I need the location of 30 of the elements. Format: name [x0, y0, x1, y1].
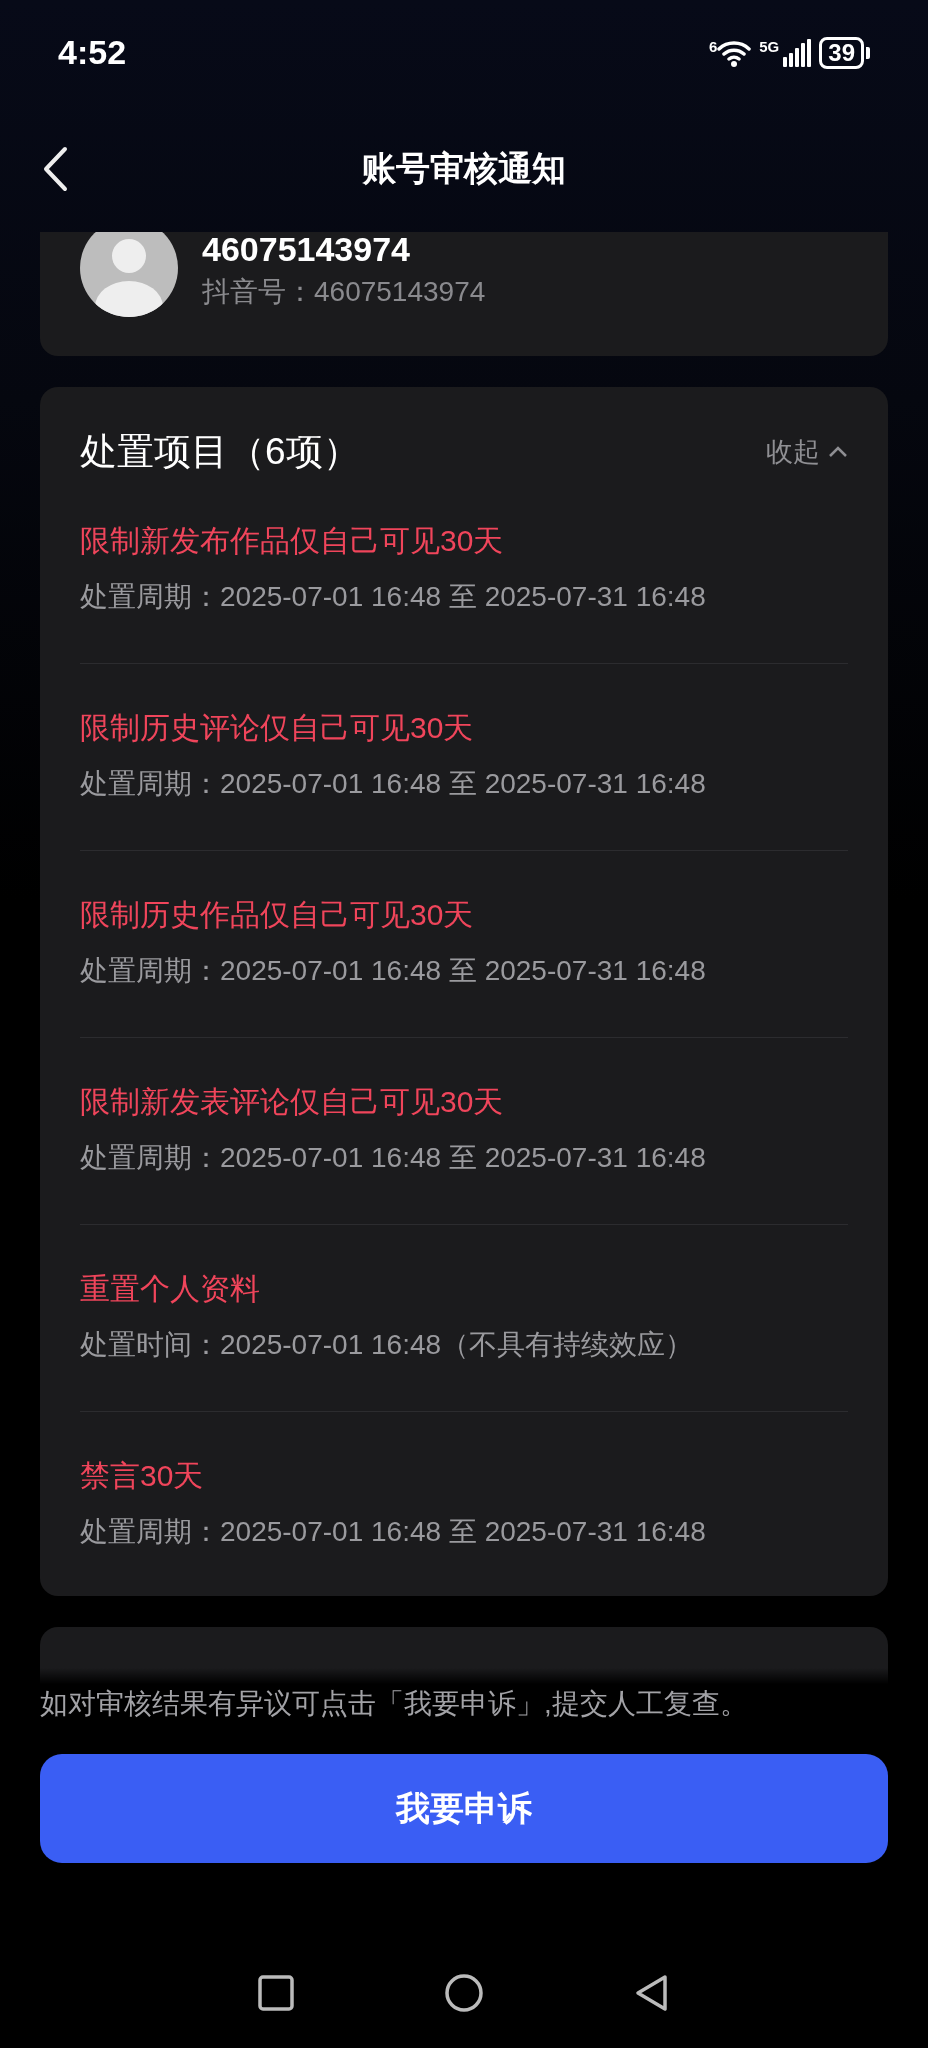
- penalty-period: 处置周期：2025-07-01 16:48 至 2025-07-31 16:48: [80, 954, 707, 988]
- signal-icon: [783, 38, 812, 67]
- recents-button[interactable]: [257, 1974, 295, 2012]
- collapse-toggle[interactable]: 收起: [766, 431, 848, 473]
- penalty-period: 处置周期：2025-07-01 16:48 至 2025-07-31 16:48: [80, 1515, 707, 1549]
- penalty-title: 限制历史作品仅自己可见30天: [80, 897, 475, 933]
- network-label: 5G: [759, 38, 780, 54]
- penalty-title: 限制新发表评论仅自己可见30天: [80, 1084, 505, 1120]
- avatar-icon: [80, 232, 178, 317]
- section-title: 处置项目（6项）: [80, 430, 360, 474]
- penalty-period: 处置时间：2025-07-01 16:48（不具有持续效应）: [80, 1328, 695, 1362]
- page-title: 账号审核通知: [362, 148, 566, 189]
- penalty-title: 重置个人资料: [80, 1271, 261, 1307]
- appeal-button[interactable]: 我要申诉: [40, 1754, 888, 1863]
- caret-icon: [828, 446, 848, 458]
- penalty-period: 处置周期：2025-07-01 16:48 至 2025-07-31 16:48: [80, 767, 707, 801]
- battery-level: 39: [819, 36, 864, 69]
- penalty-title: 禁言30天: [80, 1458, 205, 1494]
- status-time: 4:52: [58, 32, 127, 73]
- profile-name: 46075143974: [202, 232, 411, 266]
- profile-id: 抖音号：46075143974: [202, 278, 486, 306]
- appeal-notice: 如对审核结果有异议可点击「我要申诉」,提交人工复查。: [40, 1687, 749, 1721]
- penalty-title: 限制新发布作品仅自己可见30天: [80, 523, 505, 559]
- network-label: 6: [708, 38, 718, 54]
- back-button[interactable]: [42, 145, 68, 192]
- penalty-title: 限制历史评论仅自己可见30天: [80, 710, 475, 746]
- wifi-icon: [717, 38, 752, 67]
- penalty-period: 处置周期：2025-07-01 16:48 至 2025-07-31 16:48: [80, 1141, 707, 1175]
- penalty-period: 处置周期：2025-07-01 16:48 至 2025-07-31 16:48: [80, 580, 707, 614]
- home-button[interactable]: [445, 1974, 483, 2012]
